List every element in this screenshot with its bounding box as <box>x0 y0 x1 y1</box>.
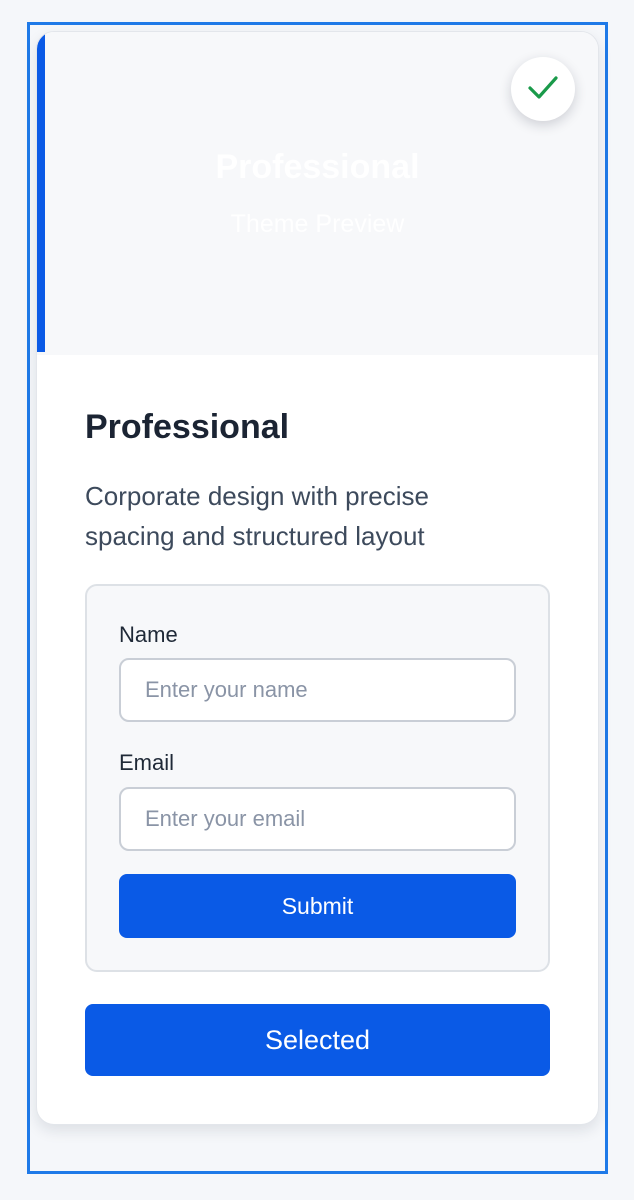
submit-button[interactable]: Submit <box>119 874 516 938</box>
sample-form: Name Email Submit <box>85 584 550 972</box>
name-label: Name <box>119 622 178 647</box>
preview-title: Professional <box>215 148 420 186</box>
selected-badge <box>511 57 575 121</box>
accent-bar <box>37 32 45 352</box>
selected-button[interactable]: Selected <box>85 1004 550 1076</box>
email-input[interactable] <box>119 787 516 851</box>
name-input[interactable] <box>119 658 516 722</box>
preview-subtitle: Theme Preview <box>230 210 405 238</box>
theme-description: Corporate design with precise spacing an… <box>85 481 429 551</box>
email-label: Email <box>119 750 175 775</box>
check-icon <box>526 70 560 109</box>
theme-name: Professional <box>85 408 290 446</box>
theme-card[interactable]: Professional Theme Preview Professional … <box>36 31 599 1125</box>
